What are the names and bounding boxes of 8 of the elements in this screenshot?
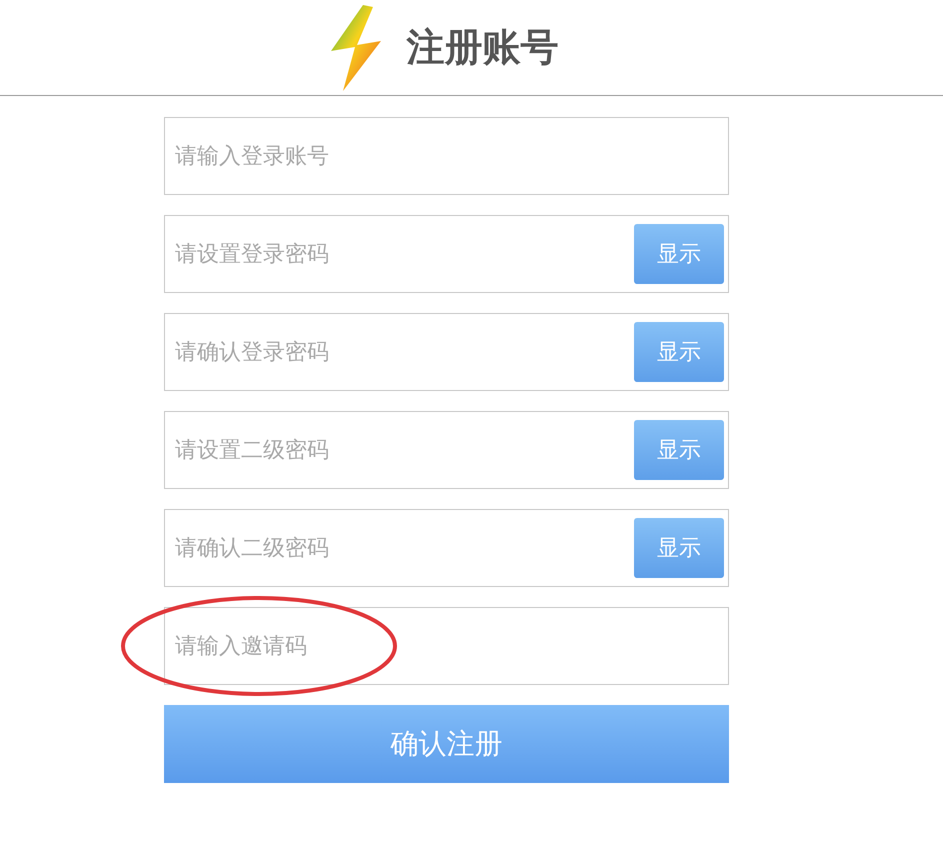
show-button[interactable]: 显示: [634, 224, 724, 284]
show-button[interactable]: 显示: [634, 518, 724, 578]
show-button[interactable]: 显示: [634, 322, 724, 382]
input-field[interactable]: 请输入邀请码: [164, 607, 729, 685]
register-button[interactable]: 确认注册: [164, 705, 729, 783]
show-button[interactable]: 显示: [634, 420, 724, 480]
page-title: 注册账号: [406, 24, 558, 71]
input-field[interactable]: 请输入登录账号: [164, 117, 729, 195]
